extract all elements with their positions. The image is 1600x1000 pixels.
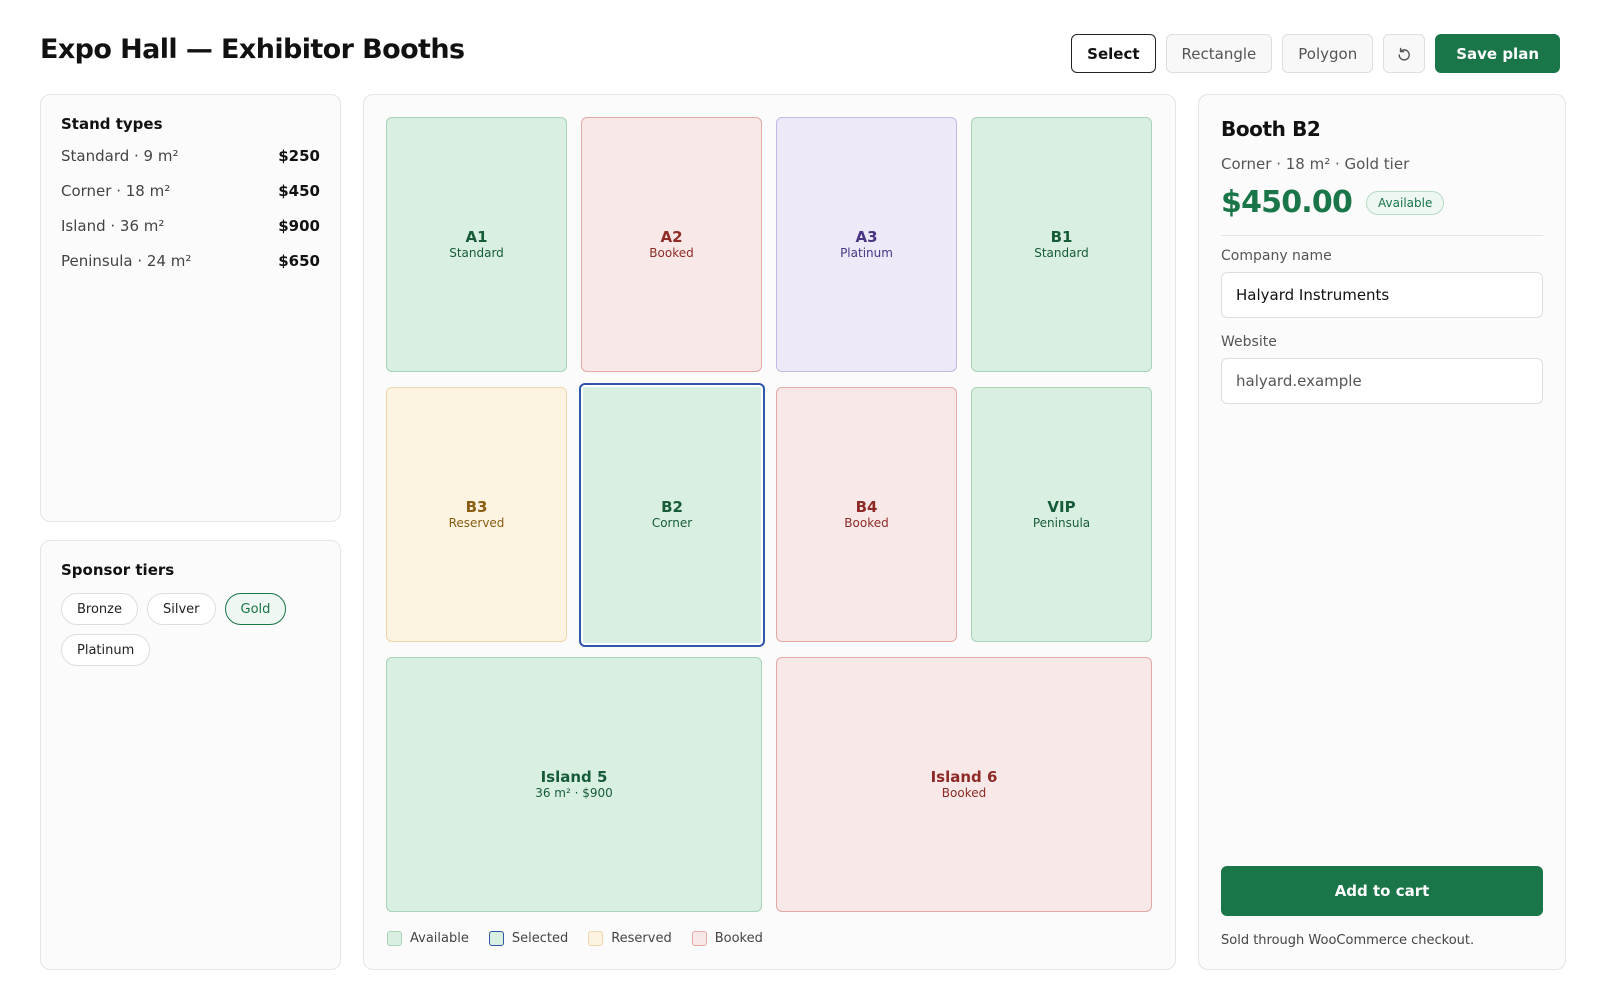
stand-type-name: Standard · 9 m² <box>61 147 179 165</box>
legend-swatch <box>387 931 402 946</box>
undo-button[interactable] <box>1383 34 1426 73</box>
toolbar: Select Rectangle Polygon Save plan <box>1071 34 1560 73</box>
legend-item-booked: Booked <box>691 931 763 946</box>
booth-status-label: Booked <box>844 515 889 530</box>
legend-item-reserved: Reserved <box>588 931 672 946</box>
tier-chip-silver[interactable]: Silver <box>147 593 216 625</box>
booth-b4[interactable]: B4 Booked <box>776 387 957 642</box>
stand-type-name: Island · 36 m² <box>61 217 165 235</box>
stand-type-price: $650 <box>278 252 320 270</box>
booth-status-label: Corner <box>651 516 693 530</box>
booth-name: B3 <box>465 497 488 516</box>
legend-swatch <box>488 931 504 946</box>
legend-label: Available <box>410 931 469 946</box>
booth-status-label: Peninsula <box>1032 515 1091 530</box>
booth-detail-panel: Booth B2 Corner · 18 m² · Gold tier $450… <box>1198 94 1566 970</box>
company-name-field[interactable]: Halyard Instruments <box>1221 272 1543 318</box>
stand-type-row[interactable]: Peninsula · 24 m² $650 <box>61 252 320 287</box>
legend-label: Reserved <box>611 931 672 946</box>
sponsor-tier-chips: Bronze Silver Gold Platinum <box>61 593 291 666</box>
booth-name: Island 5 <box>540 767 608 786</box>
booth-name: A1 <box>465 227 488 246</box>
stand-type-name: Corner · 18 m² <box>61 182 171 200</box>
booth-island-6[interactable]: Island 6 Booked <box>776 657 1152 912</box>
booth-b3[interactable]: B3 Reserved <box>386 387 567 642</box>
booth-b2[interactable]: B2 Corner <box>579 383 765 647</box>
add-to-cart-button[interactable]: Add to cart <box>1221 866 1543 916</box>
legend-item-selected: Selected <box>488 931 569 946</box>
status-badge: Available <box>1366 190 1445 215</box>
price-row: $450.00 Available <box>1221 185 1543 220</box>
undo-icon <box>1398 47 1411 61</box>
booth-status-label: Platinum <box>840 245 893 260</box>
stand-type-price: $250 <box>278 147 320 165</box>
select-tool-button[interactable]: Select <box>1071 34 1156 73</box>
tier-chip-platinum[interactable]: Platinum <box>61 634 151 666</box>
booth-status-label: Booked <box>941 785 987 800</box>
booth-status-legend: Available Selected Reserved Booked <box>387 931 763 946</box>
booth-name: B2 <box>661 498 683 516</box>
company-name-label: Company name <box>1221 248 1332 264</box>
booth-status-label: Standard <box>1034 245 1089 260</box>
stand-types-title: Stand types <box>61 115 163 133</box>
tier-chip-gold[interactable]: Gold <box>224 593 287 625</box>
booth-status-label: Standard <box>449 245 504 260</box>
polygon-tool-button[interactable]: Polygon <box>1282 34 1374 73</box>
checkout-note: Sold through WooCommerce checkout. <box>1221 933 1475 948</box>
floor-plan-canvas[interactable]: A1 Standard A2 Booked A3 Platinum B1 Sta… <box>363 94 1176 970</box>
page-title: Expo Hall — Exhibitor Booths <box>40 34 465 65</box>
stand-types-panel: Stand types Standard · 9 m² $250 Corner … <box>40 94 341 522</box>
booth-price: $450.00 <box>1221 185 1353 220</box>
booth-detail-title: Booth B2 <box>1221 117 1321 141</box>
sponsor-tiers-title: Sponsor tiers <box>61 561 175 579</box>
sponsor-tiers-panel: Sponsor tiers Bronze Silver Gold Platinu… <box>40 540 341 970</box>
booth-detail-meta: Corner · 18 m² · Gold tier <box>1221 155 1410 173</box>
legend-swatch <box>588 931 604 946</box>
stand-type-row[interactable]: Standard · 9 m² $250 <box>61 147 320 182</box>
stand-type-row[interactable]: Corner · 18 m² $450 <box>61 182 320 217</box>
booth-name: A3 <box>855 227 878 246</box>
save-plan-button[interactable]: Save plan <box>1435 34 1560 73</box>
rectangle-tool-button[interactable]: Rectangle <box>1165 34 1273 73</box>
booth-name: Island 6 <box>930 767 998 786</box>
tier-chip-bronze[interactable]: Bronze <box>61 593 138 625</box>
legend-label: Selected <box>511 931 569 946</box>
divider <box>1221 235 1543 236</box>
legend-swatch <box>691 931 707 946</box>
stand-type-row[interactable]: Island · 36 m² $900 <box>61 217 320 252</box>
booth-name: A2 <box>660 227 683 246</box>
booth-a1[interactable]: A1 Standard <box>386 117 567 372</box>
booth-b1[interactable]: B1 Standard <box>971 117 1152 372</box>
legend-label: Booked <box>714 931 763 946</box>
booth-name: B1 <box>1050 227 1073 246</box>
stand-type-name: Peninsula · 24 m² <box>61 252 192 270</box>
website-field[interactable]: halyard.example <box>1221 358 1543 404</box>
booth-status-label: Booked <box>649 245 694 260</box>
website-label: Website <box>1221 334 1277 350</box>
stand-type-price: $450 <box>278 182 320 200</box>
booth-a2[interactable]: A2 Booked <box>581 117 762 372</box>
booth-vip[interactable]: VIP Peninsula <box>971 387 1152 642</box>
booth-name: B4 <box>855 497 878 516</box>
booth-name: VIP <box>1047 497 1076 516</box>
booth-a3[interactable]: A3 Platinum <box>776 117 957 372</box>
booth-island-5[interactable]: Island 5 36 m² · $900 <box>386 657 762 912</box>
legend-item-available: Available <box>387 931 469 946</box>
booth-status-label: 36 m² · $900 <box>535 785 613 800</box>
booth-status-label: Reserved <box>448 515 505 530</box>
stand-type-price: $900 <box>278 217 320 235</box>
